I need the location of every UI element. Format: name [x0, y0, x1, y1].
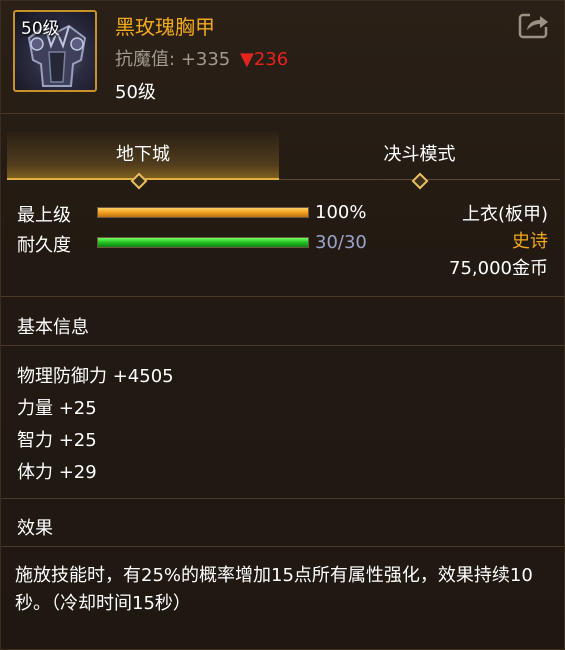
item-name: 黑玫瑰胸甲	[115, 15, 215, 39]
item-icon-frame: 50级	[13, 10, 97, 92]
divider	[1, 345, 564, 346]
item-tooltip: 50级 黑玫瑰胸甲 抗魔值: +335 ▼236 50级 地下城 决斗模式 最上…	[0, 0, 565, 650]
effect-description: 施放技能时，有25%的概率增加15点所有属性强化，效果持续10秒。（冷却时间15…	[15, 565, 533, 614]
item-level: 50级	[115, 82, 156, 103]
magic-resistance-line: 抗魔值: +335 ▼236	[115, 45, 288, 71]
max-level-bar-fill	[98, 208, 308, 217]
max-level-bar	[97, 207, 309, 218]
attribute-vitality: 体力 +29	[17, 462, 97, 483]
tab-dungeon[interactable]: 地下城	[7, 132, 279, 180]
item-slot: 上衣(板甲)	[461, 204, 548, 225]
item-price: 75,000金币	[449, 258, 548, 279]
effect-title: 效果	[17, 518, 53, 539]
divider	[1, 113, 564, 114]
durability-value: 30/30	[315, 232, 367, 253]
durability-bar-fill	[98, 238, 308, 247]
divider	[1, 498, 564, 499]
basic-info-title: 基本信息	[17, 317, 89, 338]
share-button[interactable]	[518, 11, 550, 39]
stat-diff: ▼236	[240, 49, 289, 70]
attribute-intelligence: 智力 +25	[17, 430, 97, 451]
attribute-strength: 力量 +25	[17, 398, 97, 419]
divider	[1, 546, 564, 547]
stat-label: 抗魔值:	[115, 49, 176, 70]
durability-label: 耐久度	[17, 235, 71, 256]
stat-value: +335	[180, 49, 231, 70]
item-rarity: 史诗	[512, 231, 548, 252]
mode-tabs: 地下城 决斗模式	[7, 132, 560, 182]
max-level-label: 最上级	[17, 205, 71, 226]
divider	[1, 296, 564, 297]
share-icon	[518, 11, 550, 39]
attribute-physical-defense: 物理防御力 +4505	[17, 366, 174, 387]
max-level-value: 100%	[315, 202, 367, 223]
durability-bar	[97, 237, 309, 248]
item-level-badge: 50级	[21, 19, 60, 39]
